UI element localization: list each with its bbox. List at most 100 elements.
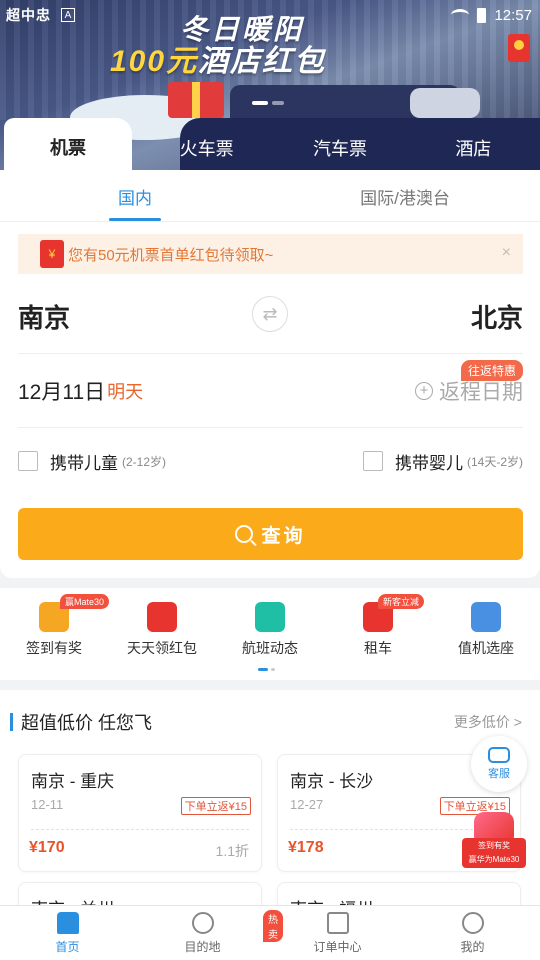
promo-banner[interactable]: 超中忠 A 12:57 冬日暖阳 100元酒店红包 机票 火车票 汽车票 酒店 — [0, 0, 540, 170]
deal-price: ¥170 — [29, 839, 65, 856]
deal-date: 12-11 — [31, 797, 64, 812]
date-selector: 12月11日 明天 + 返程日期 往返特惠 — [18, 354, 523, 428]
compass-icon — [191, 912, 214, 934]
floating-promo-label: 签到有奖 赢华为Mate30 — [462, 838, 526, 868]
banner-subtitle-text: 酒店红包 — [198, 45, 327, 78]
section-accent-bar — [10, 713, 13, 731]
child-option-label: 携带儿童 — [50, 453, 118, 473]
deals-header: 超值低价 任您飞 更多低价 > — [0, 690, 540, 754]
child-checkbox[interactable] — [18, 451, 38, 471]
quick-entry-label: 天天领红包 — [127, 640, 197, 656]
quick-entry-checkin-reward[interactable]: 赢Mate30 签到有奖 — [0, 588, 110, 680]
pager-dot — [271, 668, 275, 671]
promo-line1: 签到有奖 — [478, 841, 510, 850]
category-tabs: 机票 火车票 汽车票 酒店 — [0, 118, 540, 170]
search-button-label: 查询 — [261, 525, 306, 547]
tab-domestic[interactable]: 国内 — [0, 170, 270, 221]
pagination-dot — [252, 101, 268, 105]
nav-label: 订单中心 — [313, 940, 362, 954]
quick-entry-car-rental[interactable]: 新客立减 租车 — [324, 588, 432, 680]
quick-entries: 赢Mate30 签到有奖 天天领红包 航班动态 新客立减 租车 值机选座 — [0, 588, 540, 680]
nav-label: 首页 — [55, 940, 80, 954]
quick-entry-label: 值机选座 — [458, 640, 514, 656]
route-selector: 南京 ⇄ 北京 — [18, 280, 523, 354]
status-carrier: 超中忠 — [6, 7, 51, 23]
banner-amount: 100元 — [110, 45, 199, 78]
status-time: 12:57 — [494, 6, 532, 24]
pagination-dot — [272, 101, 284, 105]
tab-buses[interactable]: 汽车票 — [273, 118, 406, 170]
child-option[interactable]: 携带儿童 (2-12岁) — [18, 449, 166, 474]
search-button[interactable]: 查询 — [18, 508, 523, 560]
departure-date-relative: 明天 — [107, 381, 144, 402]
nav-label: 目的地 — [184, 940, 221, 954]
red-packet-icon — [147, 602, 177, 632]
deal-date: 12-27 — [290, 797, 324, 812]
wifi-icon — [451, 9, 470, 21]
tab-international[interactable]: 国际/港澳台 — [270, 170, 540, 221]
bottom-navigation: 首页 热卖 目的地 订单中心 我的 — [0, 905, 540, 960]
infant-option[interactable]: 携带婴儿 (14天-2岁) — [362, 449, 523, 474]
user-icon — [461, 912, 484, 934]
quick-entry-daily-redpacket[interactable]: 天天领红包 — [108, 588, 216, 680]
flight-search-card: 国内 国际/港澳台 ¥ 您有50元机票首单红包待领取~ × 南京 ⇄ 北京 12… — [0, 170, 540, 578]
arrival-city[interactable]: 北京 — [471, 298, 523, 335]
nav-home[interactable]: 首页 — [0, 906, 135, 960]
home-icon — [56, 912, 79, 934]
deal-route: 南京 - 长沙 — [290, 772, 374, 791]
clipboard-icon — [326, 912, 349, 934]
quick-entry-label: 航班动态 — [242, 640, 298, 656]
deal-discount: 1.1折 — [215, 843, 249, 859]
quick-entry-label: 租车 — [364, 640, 392, 656]
tab-trains[interactable]: 火车票 — [140, 118, 273, 170]
red-envelope-icon: ¥ — [40, 240, 64, 268]
plus-circle-icon: + — [415, 381, 433, 400]
quick-entry-label: 签到有奖 — [26, 640, 82, 656]
nav-orders[interactable]: 订单中心 — [270, 906, 405, 960]
close-icon[interactable]: × — [502, 244, 511, 262]
departure-date[interactable]: 12月11日 — [18, 376, 105, 406]
banner-pagination — [252, 101, 284, 105]
floating-promo[interactable]: 签到有奖 赢华为Mate30 — [462, 812, 526, 868]
battery-icon — [477, 7, 487, 23]
quick-entry-badge: 新客立减 — [378, 594, 425, 609]
tab-hotels[interactable]: 酒店 — [407, 118, 540, 170]
customer-service-label: 客服 — [488, 768, 510, 780]
nav-destinations[interactable]: 热卖 目的地 — [135, 906, 283, 960]
promo-line2: 赢华为Mate30 — [468, 855, 520, 864]
roundtrip-deal-badge: 往返特惠 — [460, 360, 523, 381]
swap-cities-icon[interactable]: ⇄ — [252, 296, 288, 332]
infant-age-note: (14天-2岁) — [466, 454, 523, 469]
coupon-notice-text: 您有50元机票首单红包待领取~ — [68, 246, 274, 264]
banner-subtitle: 100元酒店红包 — [110, 36, 326, 80]
coupon-notice[interactable]: ¥ 您有50元机票首单红包待领取~ × — [18, 234, 523, 274]
departure-city[interactable]: 南京 — [18, 298, 70, 335]
pager-dot — [258, 668, 268, 671]
flight-status-icon — [255, 602, 285, 632]
app-notification-icon: A — [61, 8, 75, 22]
deal-route: 南京 - 重庆 — [31, 772, 115, 791]
deal-price: ¥178 — [288, 839, 324, 856]
search-icon — [235, 525, 254, 543]
red-packet-icon[interactable] — [508, 34, 530, 62]
quick-entry-badge: 赢Mate30 — [60, 594, 110, 609]
quick-entry-seat-selection[interactable]: 值机选座 — [432, 588, 540, 680]
customer-service-button[interactable]: 客服 — [471, 736, 527, 792]
tab-flights[interactable]: 机票 — [4, 118, 132, 170]
chat-bubble-icon — [488, 747, 510, 763]
deal-cashback-tag: 下单立返¥15 — [180, 797, 251, 815]
low-price-deals: 超值低价 任您飞 更多低价 > 南京 - 重庆 12-11 下单立返¥15 ¥1… — [0, 690, 540, 960]
deal-divider — [31, 829, 249, 830]
quick-entries-pager — [258, 668, 275, 671]
nav-label: 我的 — [460, 940, 485, 954]
passenger-options: 携带儿童 (2-12岁) 携带婴儿 (14天-2岁) — [18, 428, 523, 494]
infant-checkbox[interactable] — [362, 451, 383, 471]
child-age-note: (2-12岁) — [122, 454, 167, 469]
nav-profile[interactable]: 我的 — [405, 906, 540, 960]
quick-entry-flight-status[interactable]: 航班动态 — [216, 588, 324, 680]
banner-pillow — [410, 88, 480, 118]
region-tabs: 国内 国际/港澳台 — [0, 170, 540, 222]
deals-title: 超值低价 任您飞 — [21, 713, 153, 733]
more-deals-link[interactable]: 更多低价 > — [454, 712, 522, 732]
deal-card[interactable]: 南京 - 重庆 12-11 下单立返¥15 ¥170 1.1折 — [18, 754, 262, 872]
